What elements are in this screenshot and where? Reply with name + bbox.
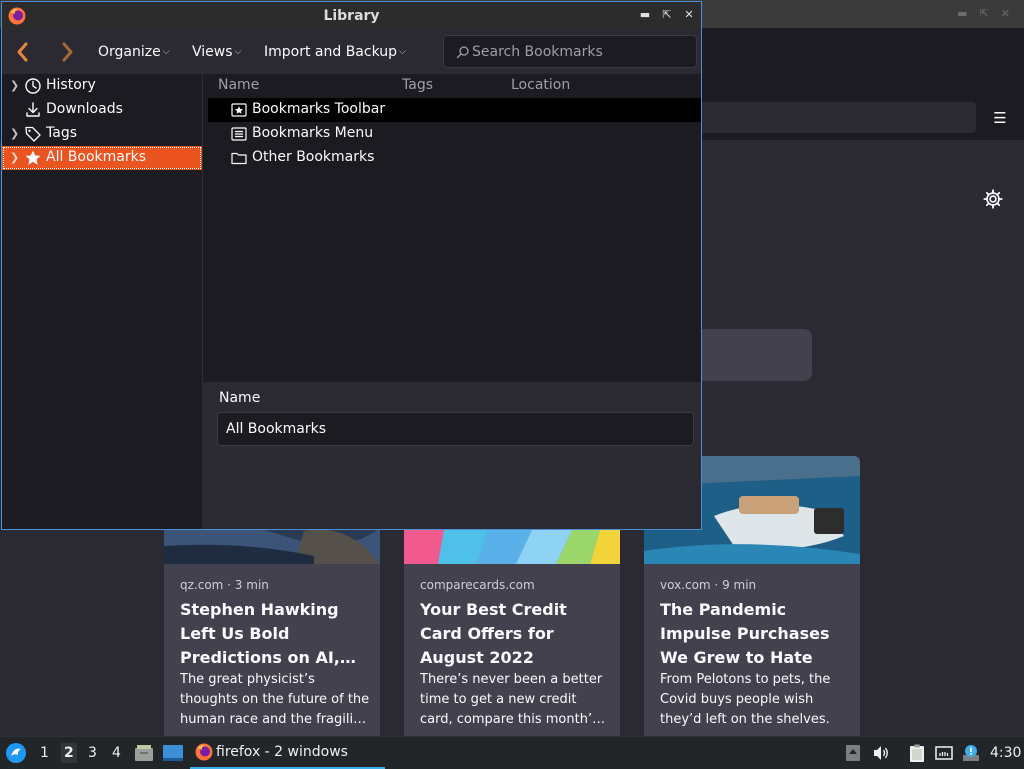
chevron-down-icon: ⌵ (234, 47, 242, 57)
sidebar-item-label: Tags (46, 125, 77, 141)
library-window-controls: ▬ ⇱ ✕ (639, 7, 695, 23)
details-pane: Name (203, 382, 701, 529)
firefox-icon (195, 743, 213, 761)
download-icon (26, 102, 40, 117)
tag-icon (25, 126, 41, 142)
restore-icon[interactable]: ⇱ (980, 7, 989, 20)
minimize-icon[interactable]: ▬ (639, 7, 651, 23)
story-source: comparecards.com (420, 578, 535, 592)
organize-label: Organize (98, 44, 161, 60)
folder-icon (231, 152, 247, 165)
story-title[interactable]: The Pandemic Impulse Purchases We Grew t… (660, 598, 850, 670)
search-input[interactable] (472, 42, 692, 62)
column-header-name[interactable]: Name (218, 77, 259, 93)
story-excerpt: From Pelotons to pets, the Covid buys pe… (660, 672, 831, 727)
network-icon[interactable] (934, 743, 954, 763)
chevron-right-icon[interactable]: ❯ (10, 79, 20, 93)
tree-row-label: Bookmarks Menu (252, 125, 374, 141)
background-window-controls: ▬ ⇱ ✕ (957, 7, 1010, 20)
tree-row-label: Other Bookmarks (252, 149, 375, 165)
sidebar-item-label: History (46, 77, 96, 93)
clipboard-icon[interactable] (907, 743, 927, 763)
name-field-label: Name (219, 390, 261, 406)
story-excerpt: The great physicist’s thoughts on the fu… (180, 672, 370, 727)
sidebar-item-label: Downloads (46, 101, 123, 117)
library-sidebar: ❯ History Downloads ❯ Tags ❯ All Bookmar… (2, 74, 203, 529)
chevron-down-icon: ⌵ (162, 47, 170, 57)
notification-arrow-icon[interactable] (843, 743, 863, 763)
workspace-1[interactable]: 1 (40, 745, 49, 761)
import-backup-label: Import and Backup (264, 44, 398, 60)
close-icon[interactable]: ✕ (1001, 7, 1010, 20)
name-field[interactable] (217, 412, 694, 446)
library-titlebar[interactable]: Library ▬ ⇱ ✕ (2, 2, 701, 30)
story-source: qz.com · 3 min (180, 578, 269, 592)
bookmarks-toolbar-icon (231, 103, 247, 117)
search-icon (456, 46, 469, 59)
sidebar-item-label: All Bookmarks (46, 149, 147, 165)
library-window: Library ▬ ⇱ ✕ Organize ⌵ Views ⌵ Import an… (1, 1, 702, 530)
workspace-2[interactable]: 2 (61, 743, 77, 763)
import-backup-menu-button[interactable]: Import and Backup ⌵ (264, 44, 406, 60)
sidebar-item-history[interactable]: ❯ History (2, 74, 202, 98)
tree-row-label: Bookmarks Toolbar (252, 101, 386, 117)
search-field[interactable] (443, 35, 697, 68)
star-icon (25, 150, 41, 165)
tree-row-bookmarks-toolbar[interactable]: Bookmarks Toolbar (208, 98, 701, 122)
forward-arrow-icon[interactable] (56, 40, 78, 64)
workspace-3[interactable]: 3 (88, 745, 97, 761)
views-menu-button[interactable]: Views ⌵ (192, 44, 241, 60)
sidebar-item-downloads[interactable]: Downloads (2, 98, 202, 122)
gear-icon[interactable] (982, 188, 1004, 210)
taskbar-task-firefox[interactable]: firefox - 2 windows (190, 737, 385, 769)
sidebar-item-all-bookmarks[interactable]: ❯ All Bookmarks (2, 146, 202, 170)
story-title[interactable]: Your Best Credit Card Offers for August … (420, 598, 610, 670)
organize-menu-button[interactable]: Organize ⌵ (98, 44, 170, 60)
taskbar-task-label: firefox - 2 windows (216, 744, 348, 760)
chevron-down-icon: ⌵ (399, 47, 406, 57)
back-arrow-icon[interactable] (12, 40, 34, 64)
clock-icon (25, 78, 41, 94)
close-icon[interactable]: ✕ (683, 7, 695, 23)
hamburger-menu-icon[interactable]: ☰ (990, 110, 1010, 126)
show-desktop-icon[interactable] (162, 743, 184, 763)
story-excerpt: There’s never been a better time to get … (420, 672, 603, 727)
column-header-location[interactable]: Location (511, 77, 570, 93)
taskbar: 1 2 3 4 firefox - 2 windows 4:30 (0, 736, 1024, 769)
sidebar-item-tags[interactable]: ❯ Tags (2, 122, 202, 146)
clock[interactable]: 4:30 (990, 745, 1021, 761)
bookmarks-menu-icon (231, 127, 247, 141)
updates-icon[interactable] (961, 743, 981, 763)
volume-icon[interactable] (871, 743, 891, 763)
workspace-4[interactable]: 4 (112, 745, 121, 761)
tree-row-other-bookmarks[interactable]: Other Bookmarks (208, 146, 701, 170)
story-source: vox.com · 9 min (660, 578, 757, 592)
maximize-icon[interactable]: ⇱ (661, 7, 673, 23)
chevron-right-icon[interactable]: ❯ (10, 127, 20, 141)
file-manager-icon[interactable] (134, 743, 154, 763)
column-header-tags[interactable]: Tags (402, 77, 433, 93)
minimize-icon[interactable]: ▬ (957, 7, 967, 20)
library-toolbar: Organize ⌵ Views ⌵ Import and Backup ⌵ (2, 30, 701, 74)
bookmarks-tree: Name Tags Location Bookmarks Toolbar Boo… (203, 74, 701, 382)
views-label: Views (192, 44, 233, 60)
story-title[interactable]: Stephen Hawking Left Us Bold Predictions… (180, 598, 370, 670)
app-launcher-icon[interactable] (5, 742, 27, 764)
chevron-right-icon[interactable]: ❯ (10, 151, 20, 165)
window-title: Library (323, 8, 380, 24)
tree-row-bookmarks-menu[interactable]: Bookmarks Menu (208, 122, 701, 146)
